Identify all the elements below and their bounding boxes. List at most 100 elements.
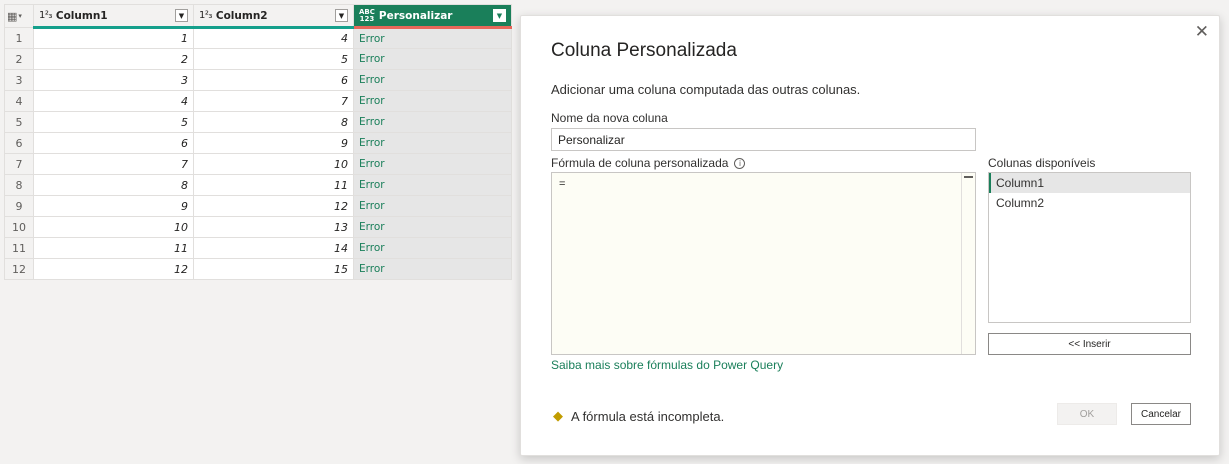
ok-button[interactable]: OK bbox=[1057, 403, 1117, 425]
cell-column2[interactable]: 7 bbox=[193, 90, 354, 112]
table-menu-button[interactable]: ▦ ▾ bbox=[4, 4, 34, 28]
cell-column1[interactable]: 8 bbox=[33, 174, 194, 196]
column-header-label: Personalizar bbox=[378, 9, 453, 22]
cell-error[interactable]: Error bbox=[353, 111, 512, 133]
any-type-icon[interactable]: ABC 123 bbox=[359, 8, 375, 23]
table-row: 1 1 4 Error bbox=[4, 27, 512, 49]
cancel-button[interactable]: Cancelar bbox=[1131, 403, 1191, 425]
table-row: 9 9 12 Error bbox=[4, 195, 512, 217]
table-row: 6 6 9 Error bbox=[4, 132, 512, 154]
row-number: 7 bbox=[4, 153, 34, 175]
data-preview-grid: ▦▾ 1²₃ Column1 ▼ 1²₃ Column2 ▼ ABC123 bbox=[4, 4, 512, 280]
cell-column1[interactable]: 4 bbox=[33, 90, 194, 112]
warning-icon: ◆ bbox=[553, 408, 563, 423]
warning-text: A fórmula está incompleta. bbox=[571, 408, 725, 424]
table-row: 11 11 14 Error bbox=[4, 237, 512, 259]
cell-column1[interactable]: 2 bbox=[33, 48, 194, 70]
row-number: 1 bbox=[4, 27, 34, 49]
formula-editor[interactable]: = bbox=[551, 172, 976, 355]
table-row: 5 5 8 Error bbox=[4, 111, 512, 133]
row-number: 10 bbox=[4, 216, 34, 238]
number-type-icon[interactable]: 1²₃ bbox=[199, 10, 212, 21]
cell-column1[interactable]: 12 bbox=[33, 258, 194, 280]
column-header-label: Column1 bbox=[55, 9, 108, 22]
row-number: 11 bbox=[4, 237, 34, 259]
formula-scrollbar[interactable] bbox=[961, 173, 975, 354]
column-header-label: Column2 bbox=[215, 9, 268, 22]
cell-column2[interactable]: 5 bbox=[193, 48, 354, 70]
row-number: 9 bbox=[4, 195, 34, 217]
formula-label-text: Fórmula de coluna personalizada bbox=[551, 156, 729, 170]
row-number: 3 bbox=[4, 69, 34, 91]
cell-column1[interactable]: 3 bbox=[33, 69, 194, 91]
new-column-name-input[interactable] bbox=[551, 128, 976, 151]
info-icon[interactable]: i bbox=[734, 158, 746, 170]
available-columns-list[interactable]: Column1 Column2 bbox=[988, 172, 1191, 323]
cell-column2[interactable]: 8 bbox=[193, 111, 354, 133]
column-header-column2[interactable]: 1²₃ Column2 ▼ bbox=[193, 4, 354, 29]
cell-error[interactable]: Error bbox=[353, 195, 512, 217]
cell-error[interactable]: Error bbox=[353, 216, 512, 238]
insert-button[interactable]: << Inserir bbox=[988, 333, 1191, 355]
learn-more-link[interactable]: Saiba mais sobre fórmulas do Power Query bbox=[551, 358, 783, 372]
row-number: 8 bbox=[4, 174, 34, 196]
cell-error[interactable]: Error bbox=[353, 258, 512, 280]
row-number: 12 bbox=[4, 258, 34, 280]
table-row: 10 10 13 Error bbox=[4, 216, 512, 238]
cell-column2[interactable]: 12 bbox=[193, 195, 354, 217]
cell-column1[interactable]: 1 bbox=[33, 27, 194, 49]
cell-error[interactable]: Error bbox=[353, 237, 512, 259]
table-row: 12 12 15 Error bbox=[4, 258, 512, 280]
row-number: 4 bbox=[4, 90, 34, 112]
cell-column2[interactable]: 4 bbox=[193, 27, 354, 49]
table-row: 8 8 11 Error bbox=[4, 174, 512, 196]
list-item-column1[interactable]: Column1 bbox=[989, 173, 1190, 193]
available-columns-label: Colunas disponíveis bbox=[988, 156, 1096, 170]
number-type-icon[interactable]: 1²₃ bbox=[39, 10, 52, 21]
cell-column1[interactable]: 5 bbox=[33, 111, 194, 133]
row-number: 6 bbox=[4, 132, 34, 154]
cell-error[interactable]: Error bbox=[353, 48, 512, 70]
cell-column1[interactable]: 9 bbox=[33, 195, 194, 217]
cell-column1[interactable]: 10 bbox=[33, 216, 194, 238]
cell-error[interactable]: Error bbox=[353, 27, 512, 49]
cell-error[interactable]: Error bbox=[353, 174, 512, 196]
cell-column2[interactable]: 15 bbox=[193, 258, 354, 280]
cell-error[interactable]: Error bbox=[353, 153, 512, 175]
cell-column2[interactable]: 14 bbox=[193, 237, 354, 259]
cell-error[interactable]: Error bbox=[353, 69, 512, 91]
formula-text: = bbox=[559, 178, 566, 190]
cell-column2[interactable]: 10 bbox=[193, 153, 354, 175]
dialog-title: Coluna Personalizada bbox=[551, 40, 737, 61]
close-icon[interactable]: ✕ bbox=[1195, 22, 1209, 42]
grid-header-row: ▦▾ 1²₃ Column1 ▼ 1²₃ Column2 ▼ ABC123 bbox=[4, 4, 512, 29]
filter-dropdown-icon[interactable]: ▼ bbox=[493, 9, 506, 22]
list-item-column2[interactable]: Column2 bbox=[989, 193, 1190, 213]
table-icon: ▦ ▾ bbox=[7, 9, 22, 23]
cell-column2[interactable]: 13 bbox=[193, 216, 354, 238]
row-number: 5 bbox=[4, 111, 34, 133]
dialog-subtitle: Adicionar uma coluna computada das outra… bbox=[551, 82, 861, 97]
validation-message: ◆ A fórmula está incompleta. bbox=[553, 408, 724, 424]
custom-column-dialog: ✕ Coluna Personalizada Adicionar uma col… bbox=[520, 15, 1220, 456]
cell-error[interactable]: Error bbox=[353, 132, 512, 154]
filter-dropdown-icon[interactable]: ▼ bbox=[175, 9, 188, 22]
new-column-name-label: Nome da nova coluna bbox=[551, 111, 668, 125]
formula-label: Fórmula de coluna personalizada i bbox=[551, 156, 746, 170]
table-row: 3 3 6 Error bbox=[4, 69, 512, 91]
row-number: 2 bbox=[4, 48, 34, 70]
cell-column2[interactable]: 6 bbox=[193, 69, 354, 91]
cell-column1[interactable]: 7 bbox=[33, 153, 194, 175]
filter-dropdown-icon[interactable]: ▼ bbox=[335, 9, 348, 22]
column-header-personalizar[interactable]: ABC 123 Personalizar ▼ bbox=[353, 4, 512, 29]
table-row: 7 7 10 Error bbox=[4, 153, 512, 175]
cell-column2[interactable]: 11 bbox=[193, 174, 354, 196]
cell-column1[interactable]: 6 bbox=[33, 132, 194, 154]
cell-column1[interactable]: 11 bbox=[33, 237, 194, 259]
table-row: 2 2 5 Error bbox=[4, 48, 512, 70]
cell-error[interactable]: Error bbox=[353, 90, 512, 112]
column-header-column1[interactable]: 1²₃ Column1 ▼ bbox=[33, 4, 194, 29]
table-row: 4 4 7 Error bbox=[4, 90, 512, 112]
scrollbar-thumb[interactable] bbox=[964, 176, 973, 178]
cell-column2[interactable]: 9 bbox=[193, 132, 354, 154]
